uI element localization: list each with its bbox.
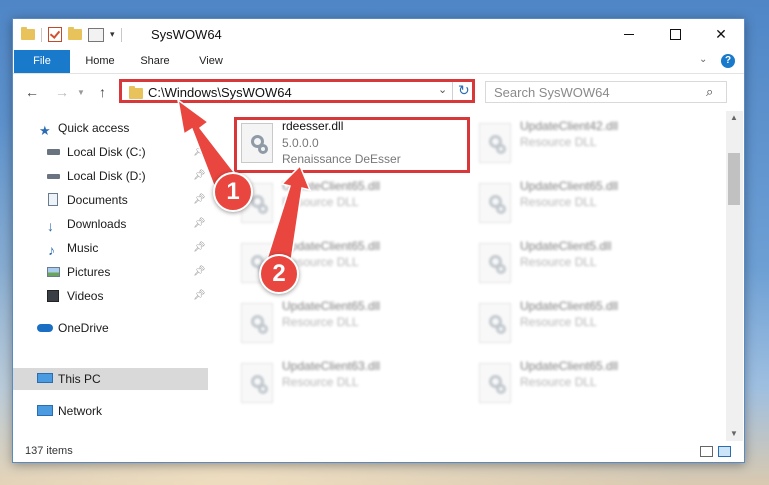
annotation-arrow-2 (265, 164, 312, 269)
annotation-callout-1: 1 (213, 172, 253, 212)
annotation-overlay (176, 98, 312, 269)
annotation-callout-2: 2 (259, 254, 299, 294)
